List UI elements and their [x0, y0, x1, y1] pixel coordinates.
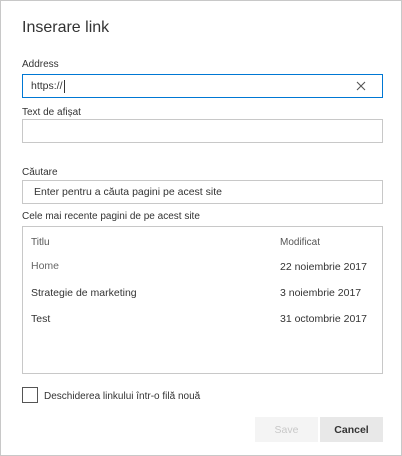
recent-pages-label: Cele mai recente pagini de pe acest site [22, 211, 200, 222]
open-new-tab-checkbox[interactable] [22, 387, 38, 403]
cancel-button[interactable]: Cancel [320, 417, 383, 442]
page-title: Test [31, 313, 51, 325]
insert-link-dialog: Inserare link Address https:// Text de a… [0, 0, 402, 456]
address-value: https:// [31, 80, 63, 92]
address-field[interactable]: https:// [22, 74, 383, 98]
close-icon[interactable] [355, 80, 367, 92]
recent-pages-list[interactable]: Titlu Modificat Home 22 noiembrie 2017 S… [22, 226, 383, 374]
page-modified: 3 noiembrie 2017 [280, 287, 362, 299]
dialog-title: Inserare link [22, 19, 110, 36]
page-title: Strategie de marketing [31, 287, 137, 299]
search-label: Căutare [22, 167, 58, 178]
page-modified: 22 noiembrie 2017 [280, 261, 367, 273]
open-new-tab-label: Deschiderea linkului într-o filă nouă [44, 391, 201, 402]
column-header-modified: Modificat [280, 237, 321, 248]
page-title: Home [31, 260, 60, 272]
display-text-label: Text de afișat [22, 107, 81, 118]
display-text-field[interactable] [22, 119, 383, 143]
address-label: Address [22, 59, 59, 70]
search-placeholder: Enter pentru a căuta pagini pe acest sit… [34, 186, 222, 198]
save-button[interactable]: Save [255, 417, 318, 442]
page-modified: 31 octombrie 2017 [280, 313, 367, 325]
column-header-title: Titlu [31, 237, 50, 248]
text-caret [63, 79, 65, 93]
search-input[interactable]: Enter pentru a căuta pagini pe acest sit… [22, 180, 383, 204]
